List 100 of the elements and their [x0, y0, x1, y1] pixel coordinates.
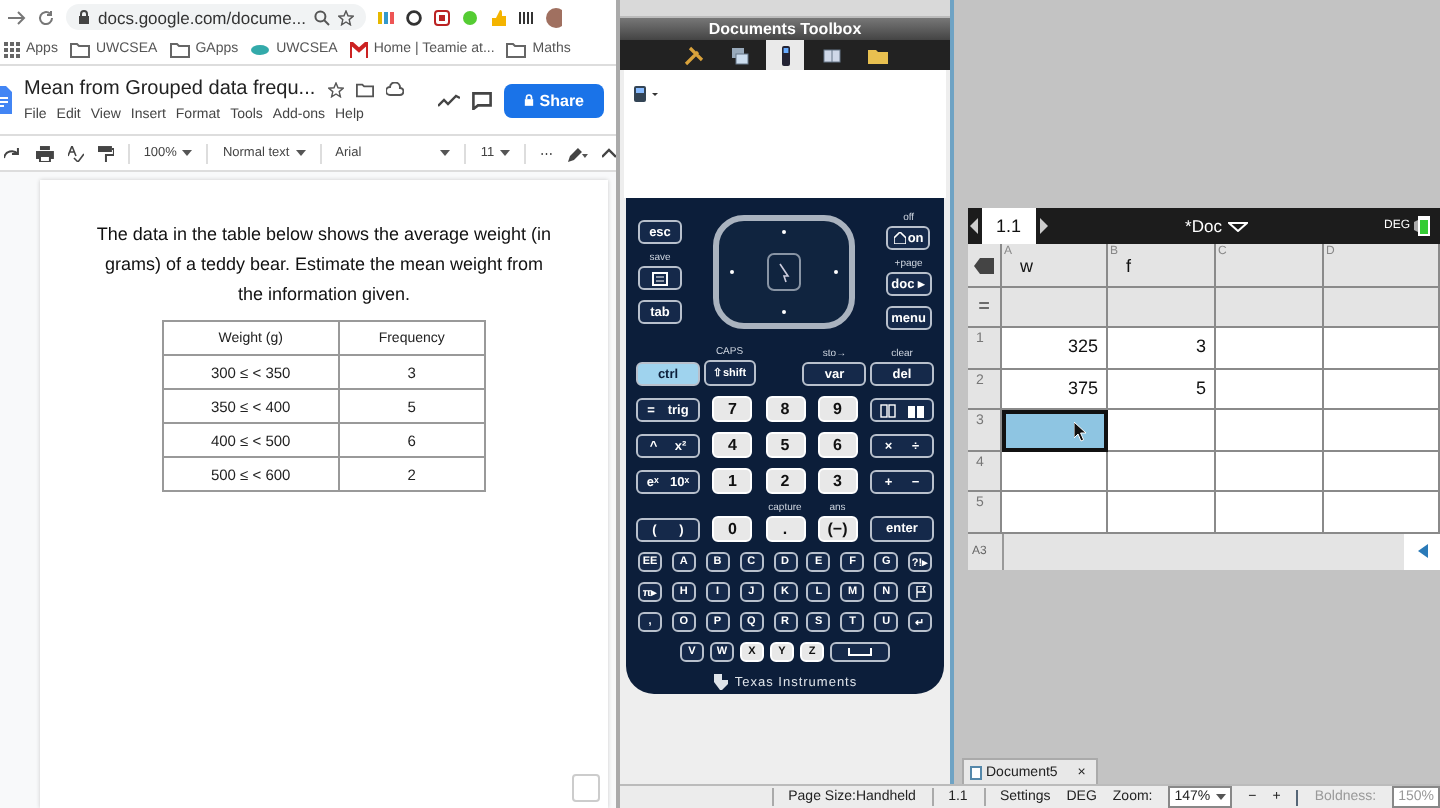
book-icon	[907, 403, 924, 417]
question-text: The data in the table below shows the average weight (in grams) of a teddy bear. Estimate the mean weight from the information given.	[96, 222, 552, 308]
flag-icon	[915, 586, 925, 598]
table-cell[interactable]	[1324, 369, 1440, 411]
lock-icon	[78, 10, 90, 24]
search-icon[interactable]	[314, 9, 330, 25]
key[interactable]: 1	[712, 468, 753, 494]
key[interactable]: 8	[765, 396, 805, 422]
mouse-pointer-icon	[1074, 422, 1088, 443]
table-cell[interactable]	[1002, 451, 1108, 493]
comment-icon[interactable]	[471, 91, 492, 109]
column-name: f	[1126, 256, 1132, 276]
formula-cell[interactable]	[1216, 288, 1324, 328]
table-cell[interactable]	[1216, 328, 1324, 370]
table-cell[interactable]	[1216, 369, 1324, 411]
page-tab[interactable]: 1.1	[982, 208, 1036, 244]
scratchpad-key[interactable]	[638, 266, 682, 290]
space-icon	[848, 648, 872, 656]
folder-icon	[69, 41, 90, 57]
space-key[interactable]	[830, 642, 890, 662]
reload-icon[interactable]	[38, 9, 54, 25]
key[interactable]: 3	[817, 468, 858, 494]
book-icon	[821, 45, 841, 65]
activity-chart-icon[interactable]	[437, 93, 460, 107]
folder-icon	[169, 41, 190, 57]
table-cell[interactable]: 3	[1108, 328, 1216, 370]
apps-grid-icon	[4, 41, 20, 57]
site-icon	[250, 43, 271, 55]
key[interactable]	[908, 582, 932, 602]
touchpad-drawing[interactable]	[711, 214, 856, 330]
toolbox-title: Documents Toolbox	[620, 18, 950, 40]
site-icon	[349, 41, 368, 57]
key-pair[interactable]	[870, 398, 934, 422]
table-cell[interactable]	[1108, 451, 1216, 493]
caret-icon	[182, 150, 193, 156]
star-icon[interactable]	[338, 9, 354, 25]
table-cell[interactable]	[1324, 492, 1440, 534]
key[interactable]: 4	[712, 432, 753, 458]
pen-icon[interactable]	[568, 145, 589, 161]
table-cell[interactable]	[1002, 410, 1108, 452]
cloud-icon[interactable]	[385, 82, 404, 96]
scroll-button[interactable]	[1404, 533, 1440, 570]
caret-icon	[295, 150, 306, 156]
folder-icon	[867, 45, 887, 65]
left-arrow-icon	[1417, 544, 1427, 559]
print-icon[interactable]	[35, 145, 54, 161]
key[interactable]: 5	[765, 432, 805, 458]
column-name: w	[1020, 256, 1033, 276]
spellcheck-icon[interactable]	[67, 145, 84, 161]
formula-cell[interactable]	[1002, 288, 1108, 328]
forward-arrow-icon[interactable]	[8, 9, 26, 25]
document-icon	[970, 765, 982, 779]
folder-icon[interactable]	[355, 81, 374, 97]
table-cell[interactable]	[1324, 328, 1440, 370]
home-icon	[893, 232, 906, 244]
key[interactable]: 9	[817, 396, 858, 422]
formula-cell[interactable]	[1324, 288, 1440, 328]
collapse-icon[interactable]	[602, 148, 617, 158]
keypad-tab[interactable]	[766, 40, 804, 70]
caret-icon	[1216, 794, 1227, 800]
key[interactable]: 2	[765, 468, 805, 494]
table-cell[interactable]	[1216, 492, 1324, 534]
formula-marker: =	[968, 288, 1002, 328]
paint-format-icon[interactable]	[97, 145, 114, 161]
dropdown-icon[interactable]	[1227, 221, 1248, 231]
folder-icon	[506, 41, 527, 57]
table-cell[interactable]	[1216, 410, 1324, 452]
table-cell[interactable]	[1108, 410, 1216, 452]
document-title[interactable]: Mean from Grouped data frequ...	[24, 78, 316, 100]
battery-icon	[1414, 216, 1432, 236]
ti-logo-icon	[712, 674, 729, 690]
key[interactable]: 0	[712, 516, 753, 542]
key[interactable]: 6	[817, 432, 858, 458]
table-cell[interactable]	[1108, 492, 1216, 534]
table-cell[interactable]	[1324, 410, 1440, 452]
table-cell[interactable]	[1002, 492, 1108, 534]
caret-icon	[500, 150, 511, 156]
key[interactable]: 7	[712, 396, 753, 422]
handheld-menu-icon[interactable]	[634, 86, 662, 102]
table-cell[interactable]	[1216, 451, 1324, 493]
table-cell[interactable]: 375	[1002, 369, 1108, 411]
scratchpad-icon	[652, 271, 668, 285]
redo-icon[interactable]	[4, 147, 22, 159]
table-cell[interactable]: 5	[1108, 369, 1216, 411]
thumbs-up-icon[interactable]	[490, 9, 506, 25]
caret-icon	[440, 150, 451, 156]
share-button[interactable]: Share	[503, 83, 604, 117]
key[interactable]: (−)	[817, 516, 858, 542]
extension-icon[interactable]	[518, 9, 534, 25]
table-cell[interactable]: 325	[1002, 328, 1108, 370]
document-title: *Doc	[1185, 216, 1222, 236]
formula-cell[interactable]	[1108, 288, 1216, 328]
tools-icon	[683, 45, 703, 65]
star-icon[interactable]	[327, 81, 344, 97]
avatar-icon[interactable]	[546, 7, 562, 27]
explorer-icon	[729, 45, 749, 65]
table-cell[interactable]	[1324, 451, 1440, 493]
key[interactable]: .	[765, 516, 805, 542]
lock-icon	[523, 94, 534, 106]
address-bar[interactable]: docs.google.com/docume...	[66, 4, 366, 30]
